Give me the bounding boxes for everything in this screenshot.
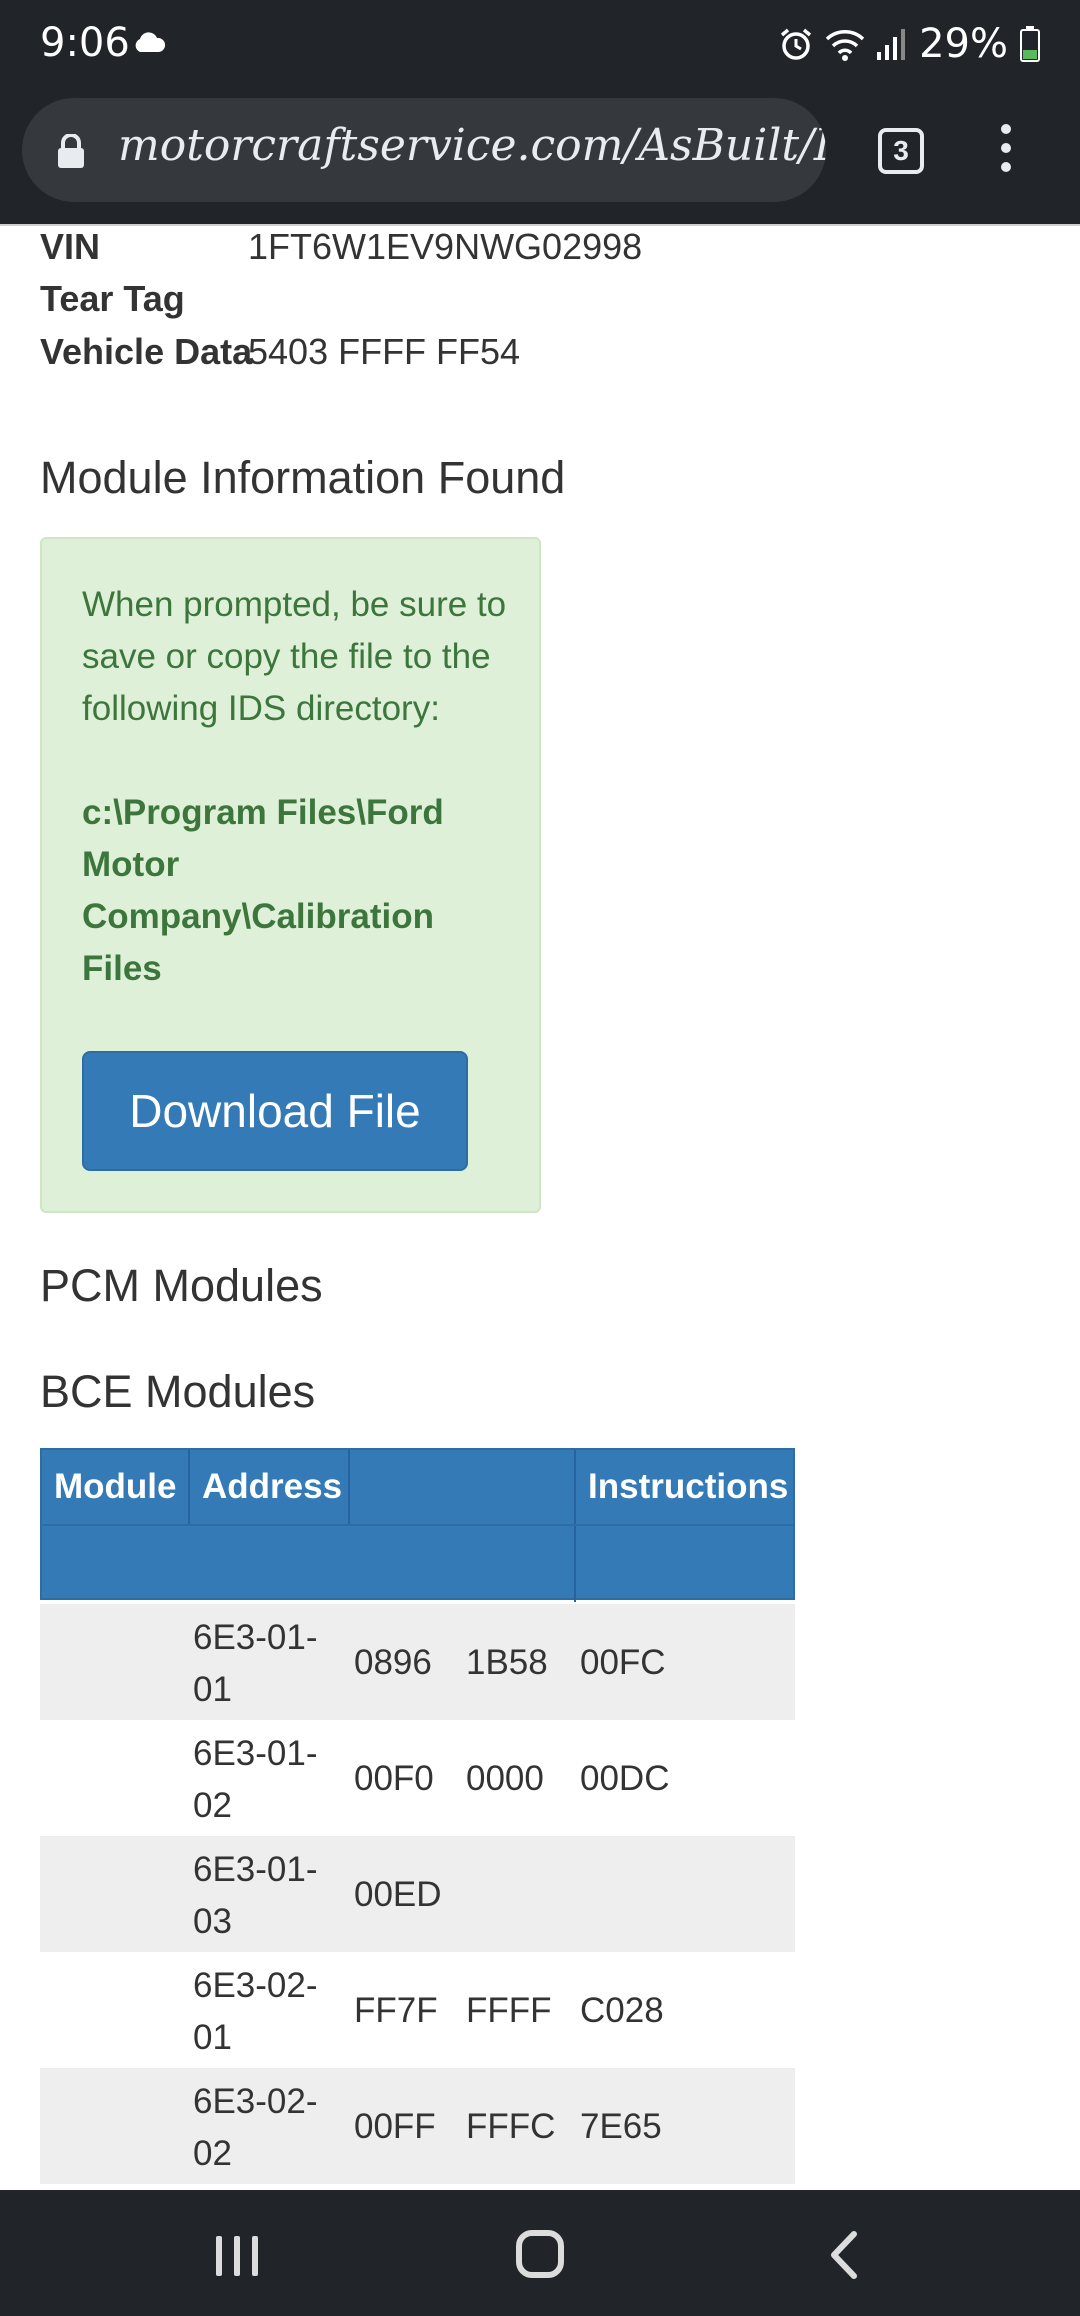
table-header: Module Address Instructions xyxy=(40,1448,795,1526)
table-row: 6E3-01-01 0896 1B58 00FC xyxy=(40,1604,795,1720)
download-file-button[interactable]: Download File xyxy=(82,1051,468,1171)
address-cell: 6E3-01-03 xyxy=(193,1850,318,1941)
address-bar[interactable]: motorcraftservice.com/AsBuilt/Deta xyxy=(22,98,826,202)
data-cell: 00FC xyxy=(580,1643,666,1682)
vehicle-data-label: Vehicle Data xyxy=(40,331,253,372)
data-cell: C028 xyxy=(580,1991,664,2030)
pcm-modules-heading: PCM Modules xyxy=(40,1260,323,1311)
data-cell: FFFC xyxy=(466,2107,556,2146)
browser-toolbar: motorcraftservice.com/AsBuilt/Deta 3 xyxy=(0,90,1080,224)
table-subheader xyxy=(40,1524,795,1602)
header-module: Module xyxy=(54,1467,177,1506)
data-cell: 00FF xyxy=(354,2107,436,2146)
cloud-icon xyxy=(135,32,166,52)
save-instructions-alert: When prompted, be sure to save or copy t… xyxy=(40,537,541,1213)
address-cell: 6E3-02-01 xyxy=(193,1966,318,2057)
header-divider xyxy=(574,1526,576,1602)
data-cell: 00F0 xyxy=(354,1759,434,1798)
address-cell: 6E3-01-01 xyxy=(193,1618,318,1709)
table-row: 6E3-02-02 00FF FFFC 7E65 xyxy=(40,2068,795,2184)
bce-modules-heading: BCE Modules xyxy=(40,1366,316,1417)
back-icon[interactable] xyxy=(824,2230,864,2280)
alert-text: When prompted, be sure to save or copy t… xyxy=(82,585,507,728)
overflow-menu-icon[interactable] xyxy=(996,124,1016,180)
vin-row: VIN 1FT6W1EV9NWG02998 xyxy=(40,226,642,268)
data-cell: 00ED xyxy=(354,1875,442,1914)
data-cell: 0000 xyxy=(466,1759,544,1798)
table-row: 6E3-01-02 00F0 0000 00DC xyxy=(40,1720,795,1836)
vin-label: VIN xyxy=(40,226,101,267)
table-row: 6E3-02-01 FF7F FFFF C028 xyxy=(40,1952,795,2068)
header-blank xyxy=(350,1450,362,1524)
battery-percent: 29% xyxy=(919,21,1008,67)
ids-directory-path: c:\Program Files\Ford Motor Company\Cali… xyxy=(82,793,444,988)
data-cell: 7E65 xyxy=(580,2107,662,2146)
data-cell: 00DC xyxy=(580,1759,670,1798)
status-bar: 9:06 29% xyxy=(0,0,1080,90)
status-time: 9:06 xyxy=(40,20,130,66)
header-instructions: Instructions xyxy=(588,1467,789,1506)
wifi-icon xyxy=(825,30,865,61)
alarm-icon xyxy=(780,28,812,60)
address-cell: 6E3-01-02 xyxy=(193,1734,318,1825)
battery-icon xyxy=(1020,26,1040,62)
vin-value: 1FT6W1EV9NWG02998 xyxy=(248,226,643,267)
url-text[interactable]: motorcraftservice.com/AsBuilt/Deta xyxy=(118,120,826,171)
home-icon[interactable] xyxy=(516,2230,564,2278)
vehicle-data-row: Vehicle Data5403 FFFF FF54 xyxy=(40,331,520,373)
signal-icon xyxy=(877,29,906,60)
vehicle-data-value: 5403 FFFF FF54 xyxy=(248,331,521,372)
module-info-heading: Module Information Found xyxy=(40,452,566,503)
data-cell: FFFF xyxy=(466,1991,552,2030)
recent-apps-icon[interactable] xyxy=(216,2236,260,2276)
header-address: Address xyxy=(202,1467,343,1506)
data-cell: FF7F xyxy=(354,1991,438,2030)
tear-tag-label: Tear Tag xyxy=(40,278,185,319)
lock-icon xyxy=(58,134,84,168)
address-cell: 6E3-02-02 xyxy=(193,2082,318,2173)
system-nav-bar xyxy=(0,2190,1080,2316)
data-cell: 1B58 xyxy=(466,1643,548,1682)
data-cell: 0896 xyxy=(354,1643,432,1682)
tab-switcher-button[interactable]: 3 xyxy=(878,128,924,174)
tear-tag-row: Tear Tag xyxy=(40,278,248,320)
table-row: 6E3-01-03 00ED xyxy=(40,1836,795,1952)
